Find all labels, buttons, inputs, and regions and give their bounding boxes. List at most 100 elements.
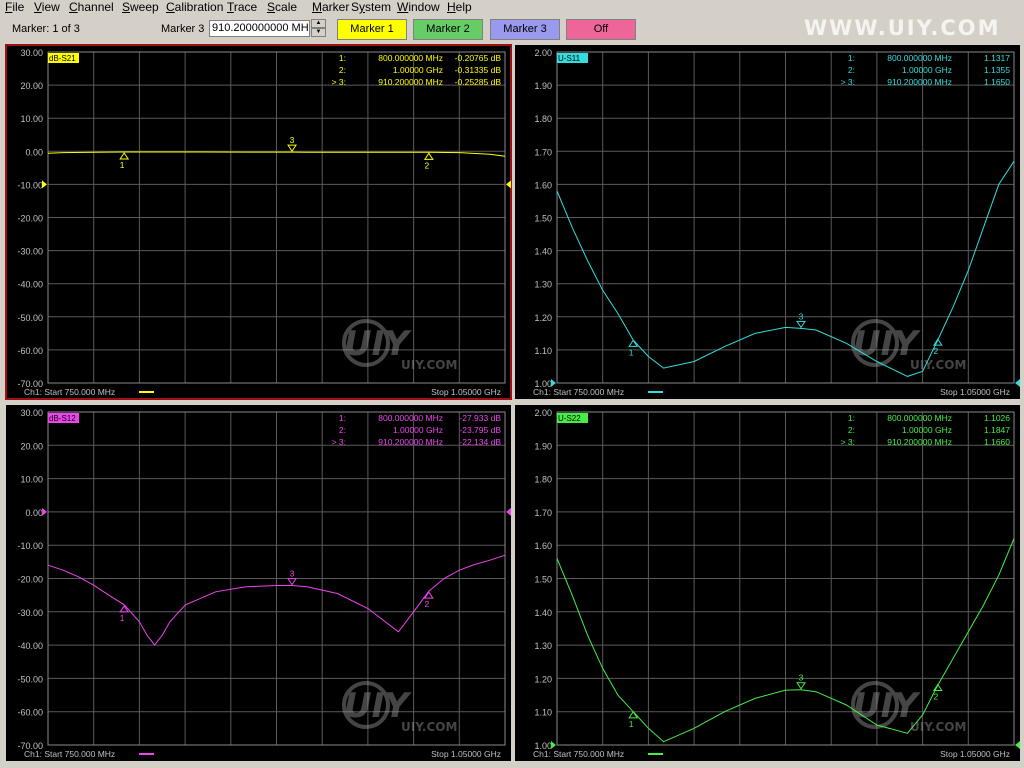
marker-triangle: [423, 152, 434, 160]
spin-up-icon[interactable]: ▲: [311, 19, 326, 28]
y-tick-label: 1.40: [534, 608, 552, 618]
footer-start-label: Ch1: Start 750.000 MHz: [24, 387, 115, 397]
logo-url: UIY.COM: [910, 720, 966, 734]
y-tick-label: 1.60: [534, 541, 552, 551]
marker-table-frequency: 1.00000 GHz: [393, 425, 443, 435]
menu-marker[interactable]: Marker: [312, 0, 349, 15]
footer-start-label: Ch1: Start 750.000 MHz: [24, 749, 115, 759]
menu-file[interactable]: File: [5, 0, 24, 15]
y-tick-label: 20.00: [20, 81, 43, 91]
y-tick-label: 1.20: [534, 674, 552, 684]
menu-calibration[interactable]: Calibration: [166, 0, 223, 15]
menu-channel[interactable]: Channel: [69, 0, 114, 15]
y-tick-label: 1.70: [534, 508, 552, 518]
marker-label: 3: [290, 135, 295, 145]
footer-start-label: Ch1: Start 750.000 MHz: [533, 387, 624, 397]
footer-start-label: Ch1: Start 750.000 MHz: [533, 749, 624, 759]
marker-table-value: 1.1317: [984, 53, 1010, 63]
y-tick-label: -60.00: [17, 708, 43, 718]
chart-s11: 2.00 1.90 1.80 1.70 1.60 1.50 1.40 1.30 1.20 1.10…: [533, 48, 1020, 397]
marker-select-label: Marker 3: [161, 23, 205, 35]
marker-frequency-spinner[interactable]: ▲ ▼: [311, 19, 327, 38]
uiy-logo: UIYUIY.COM: [851, 681, 966, 734]
menu-view[interactable]: View: [34, 0, 60, 15]
marker-label: 3: [799, 311, 804, 321]
y-tick-label: 0.00: [25, 147, 43, 157]
marker-table-value: 1.1355: [984, 65, 1010, 75]
y-tick-label: 1.90: [534, 441, 552, 451]
uiy-logo: UIYUIY.COM: [342, 319, 457, 372]
marker-table-index: 1:: [848, 413, 855, 423]
marker-table-value: 1.1650: [984, 77, 1010, 87]
footer-stop-label: Stop 1.05000 GHz: [431, 387, 501, 397]
y-tick-label: 1.50: [534, 575, 552, 585]
marker-label: 1: [629, 347, 634, 357]
marker-table-frequency: 910.200000 MHz: [887, 437, 952, 447]
trace-label: dB-S12: [49, 414, 76, 423]
logo-url: UIY.COM: [401, 720, 457, 734]
logo-url: UIY.COM: [401, 358, 457, 372]
marker-triangle: [932, 683, 943, 691]
chart-panel-s11[interactable]: 2.00 1.90 1.80 1.70 1.60 1.50 1.40 1.30 1.20 1.10…: [515, 45, 1020, 399]
marker-table-value: -23.795 dB: [459, 425, 501, 435]
marker-button-marker-3[interactable]: Marker 3: [490, 19, 560, 40]
menu-sweep[interactable]: Sweep: [122, 0, 159, 15]
marker-table-value: -27.933 dB: [459, 413, 501, 423]
marker-table-value: -0.31335 dB: [455, 65, 502, 75]
marker-triangle: [287, 144, 297, 153]
marker-table-frequency: 800.000000 MHz: [887, 53, 952, 63]
menu-system[interactable]: System: [351, 0, 391, 15]
marker-table-index: 2:: [339, 65, 346, 75]
y-tick-label: 10.00: [20, 475, 43, 485]
spin-down-icon[interactable]: ▼: [311, 28, 326, 37]
chart-s22: 2.00 1.90 1.80 1.70 1.60 1.50 1.40 1.30 1.20 1.10…: [533, 408, 1020, 759]
menu-window[interactable]: Window: [397, 0, 440, 15]
trace-label: dB-S21: [49, 54, 76, 63]
marker-table-frequency: 1.00000 GHz: [393, 65, 443, 75]
marker-table-index: > 3:: [841, 437, 855, 447]
chart-panel-s21[interactable]: 30.00 20.00 10.00 0.00 -10.00 -20.00 -30.00 -40…: [5, 44, 512, 400]
marker-table-index: > 3:: [332, 437, 346, 447]
marker-button-off[interactable]: Off: [566, 19, 636, 40]
y-tick-label: -40.00: [17, 641, 43, 651]
marker-table-frequency: 800.000000 MHz: [378, 53, 443, 63]
y-tick-label: -10.00: [17, 541, 43, 551]
reference-arrow-right: [506, 507, 511, 516]
y-tick-label: -50.00: [17, 674, 43, 684]
marker-label: 2: [933, 691, 938, 701]
marker-count-label: Marker: 1 of 3: [12, 23, 80, 35]
trace-label: U-S11: [558, 54, 581, 63]
reference-arrow-left: [551, 741, 556, 749]
marker-button-marker-1[interactable]: Marker 1: [337, 19, 407, 40]
chart-panel-s22[interactable]: 2.00 1.90 1.80 1.70 1.60 1.50 1.40 1.30 1.20 1.10…: [515, 405, 1020, 761]
marker-frequency-input[interactable]: 910.200000000 MH: [209, 20, 310, 37]
marker-button-marker-2[interactable]: Marker 2: [413, 19, 483, 40]
y-tick-label: 30.00: [20, 48, 43, 58]
marker-table-value: 1.1660: [984, 437, 1010, 447]
logo-url: UIY.COM: [910, 358, 966, 372]
y-tick-label: 1.20: [534, 313, 552, 323]
menu-help[interactable]: Help: [447, 0, 472, 15]
marker-table-index: 2:: [848, 425, 855, 435]
chart-panel-s12[interactable]: 30.00 20.00 10.00 0.00 -10.00 -20.00 -30.00 -40…: [6, 405, 511, 761]
marker-table-value: -0.25285 dB: [455, 77, 502, 87]
marker-table-frequency: 1.00000 GHz: [902, 425, 952, 435]
y-tick-label: 30.00: [20, 408, 43, 418]
y-tick-label: 10.00: [20, 114, 43, 124]
y-tick-label: -20.00: [17, 575, 43, 585]
marker-table-index: 2:: [848, 65, 855, 75]
marker-table-frequency: 910.200000 MHz: [378, 77, 443, 87]
y-tick-label: -20.00: [17, 214, 43, 224]
y-tick-label: 1.10: [534, 346, 552, 356]
marker-triangle: [119, 152, 130, 160]
marker-label: 2: [933, 346, 938, 356]
menu-trace[interactable]: Trace: [227, 0, 257, 15]
y-tick-label: 2.00: [534, 408, 552, 418]
marker-triangle: [932, 338, 943, 346]
menu-scale[interactable]: Scale: [267, 0, 297, 15]
trace-label: U-S22: [558, 414, 581, 423]
marker-table-frequency: 800.000000 MHz: [887, 413, 952, 423]
y-tick-label: 1.80: [534, 114, 552, 124]
y-tick-label: -30.00: [17, 608, 43, 618]
y-tick-label: 20.00: [20, 441, 43, 451]
